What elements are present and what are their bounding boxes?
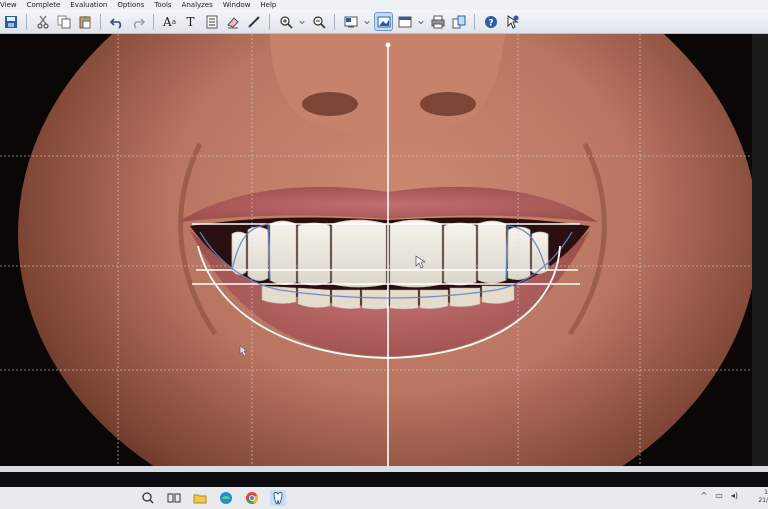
chevron-down-icon[interactable] [298, 13, 306, 30]
menu-evaluation[interactable]: Evaluation [70, 0, 107, 10]
taskbar-apps [140, 490, 286, 506]
clock-date: 21/ [758, 497, 768, 504]
pen-icon[interactable] [245, 13, 262, 30]
type-tool-label: T [186, 14, 195, 29]
menu-complete[interactable]: Complete [27, 0, 61, 10]
menu-window[interactable]: Window [223, 0, 251, 10]
dental-app-icon[interactable] [270, 490, 286, 506]
midline-handle[interactable] [385, 42, 391, 48]
photo-canvas[interactable] [0, 34, 752, 466]
chrome-icon[interactable] [244, 490, 260, 506]
menu-bar: View Complete Evaluation Options Tools A… [0, 0, 768, 10]
network-icon[interactable]: ▭ [715, 491, 723, 500]
volume-icon[interactable]: ◂) [731, 491, 738, 500]
text-tool-button[interactable]: Aa [161, 13, 178, 30]
menu-view[interactable]: View [0, 0, 17, 10]
eraser-icon[interactable] [224, 13, 241, 30]
context-help-icon[interactable] [503, 13, 520, 30]
menu-help[interactable]: Help [260, 0, 276, 10]
chevron-down-icon[interactable] [363, 13, 371, 30]
screen-layout-icon[interactable] [342, 13, 359, 30]
zoom-in-icon[interactable] [277, 13, 294, 30]
print-icon[interactable] [429, 13, 446, 30]
system-tray: ^ ▭ ◂) [701, 491, 738, 500]
svg-text:?: ? [488, 18, 493, 28]
chevron-up-icon[interactable]: ^ [701, 491, 708, 500]
menu-options[interactable]: Options [117, 0, 144, 10]
edge-icon[interactable] [218, 490, 234, 506]
taskbar: ^ ▭ ◂) 1 21/ [0, 487, 768, 509]
chevron-down-icon[interactable] [417, 13, 425, 30]
copy-icon[interactable] [55, 13, 72, 30]
text-tool-superscript: a [171, 17, 176, 26]
list-tool-icon[interactable] [203, 13, 220, 30]
save-icon[interactable] [2, 13, 19, 30]
smile-photo [0, 34, 752, 466]
window-icon[interactable] [396, 13, 413, 30]
toolbar-separator [100, 13, 101, 30]
export-icon[interactable] [450, 13, 467, 30]
file-explorer-icon[interactable] [192, 490, 208, 506]
menu-tools[interactable]: Tools [154, 0, 171, 10]
redo-icon[interactable] [129, 13, 146, 30]
cut-icon[interactable] [34, 13, 51, 30]
toolbar-separator [474, 13, 475, 30]
taskbar-clock[interactable]: 1 21/ [742, 489, 768, 505]
vertical-scrollbar[interactable] [752, 34, 768, 466]
photo-view-icon[interactable] [374, 12, 393, 31]
toolbar-separator [26, 13, 27, 30]
toolbar: Aa T ? [0, 10, 768, 34]
clock-time: 1 [764, 489, 768, 496]
upper-teeth [231, 219, 549, 288]
toolbar-separator [269, 13, 270, 30]
type-tool-button[interactable]: T [182, 13, 199, 30]
toolbar-separator [334, 13, 335, 30]
task-view-icon[interactable] [166, 490, 182, 506]
undo-icon[interactable] [108, 13, 125, 30]
search-icon[interactable] [140, 490, 156, 506]
app-window: View Complete Evaluation Options Tools A… [0, 0, 768, 472]
text-tool-label: A [163, 14, 172, 29]
monitor-bezel [0, 472, 768, 487]
paste-icon[interactable] [76, 13, 93, 30]
zoom-out-icon[interactable] [310, 13, 327, 30]
toolbar-separator [153, 13, 154, 30]
menu-analyzes[interactable]: Analyzes [182, 0, 213, 10]
help-icon[interactable]: ? [482, 13, 499, 30]
